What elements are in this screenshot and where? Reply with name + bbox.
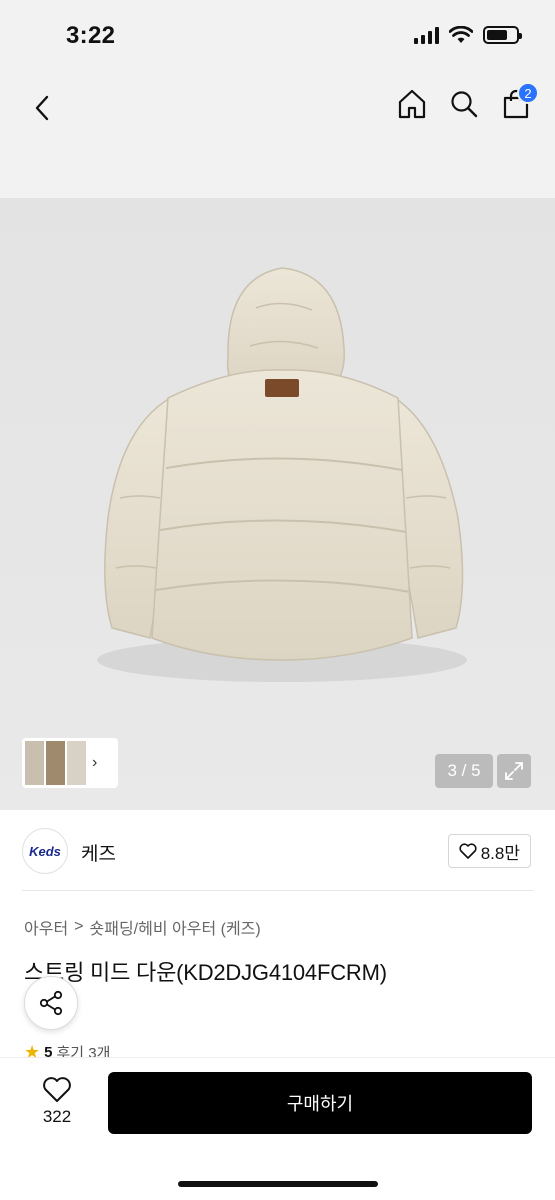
- wifi-icon: [449, 26, 473, 43]
- thumbnail-strip[interactable]: ›: [22, 738, 118, 788]
- heart-icon: [43, 1077, 71, 1102]
- search-icon: [451, 91, 478, 118]
- breadcrumb-item[interactable]: 숏패딩/헤비 아우터 (케즈): [90, 915, 261, 939]
- home-icon: [398, 89, 426, 119]
- share-button[interactable]: [24, 976, 78, 1030]
- breadcrumb-separator: >: [74, 918, 84, 935]
- back-button[interactable]: [22, 88, 62, 128]
- thumbnail-image[interactable]: [46, 741, 65, 785]
- image-counter: 3 / 5: [435, 754, 493, 788]
- top-nav: 2: [0, 70, 555, 198]
- expand-button[interactable]: [497, 754, 531, 788]
- brand-logo: Keds: [22, 828, 68, 874]
- thumbnail-image[interactable]: [67, 741, 86, 785]
- status-bar: 3:22: [0, 0, 555, 70]
- search-button[interactable]: [447, 86, 481, 122]
- jacket-image: [97, 267, 467, 682]
- wishlist-count: 322: [42, 1107, 72, 1126]
- signal-icon: [414, 26, 439, 44]
- brand-row[interactable]: Keds 케즈 8.8만: [0, 810, 555, 892]
- brand-name[interactable]: 케즈: [81, 839, 116, 866]
- chevron-right-icon: ›: [92, 754, 98, 771]
- status-icons: [414, 26, 522, 44]
- product-title: 스트링 미드 다운(KD2DJG4104FCRM): [24, 960, 387, 985]
- expand-icon: [505, 762, 523, 780]
- cart-button[interactable]: 2: [499, 82, 539, 122]
- bottom-action-bar: 322 구매하기: [0, 1058, 555, 1200]
- status-time: 3:22: [66, 22, 116, 49]
- heart-icon: [459, 843, 477, 859]
- buy-button[interactable]: 구매하기: [108, 1072, 532, 1134]
- divider: [22, 890, 533, 891]
- home-button[interactable]: [395, 86, 429, 122]
- wishlist-button[interactable]: 322: [26, 1076, 88, 1127]
- brand-like-button[interactable]: 8.8만: [447, 834, 531, 868]
- breadcrumb-item[interactable]: 아우터: [24, 915, 68, 939]
- battery-icon: [483, 26, 522, 44]
- cart-badge: 2: [517, 82, 539, 104]
- product-image-gallery[interactable]: › 3 / 5: [0, 198, 555, 810]
- chevron-left-icon: [35, 95, 49, 121]
- thumbnail-image[interactable]: [25, 741, 44, 785]
- share-icon: [39, 990, 63, 1016]
- brand-like-count: 8.8만: [480, 843, 520, 863]
- breadcrumb: 아우터 > 숏패딩/헤비 아우터 (케즈): [24, 915, 261, 939]
- home-indicator: [178, 1181, 378, 1187]
- nav-actions: 2: [395, 82, 539, 122]
